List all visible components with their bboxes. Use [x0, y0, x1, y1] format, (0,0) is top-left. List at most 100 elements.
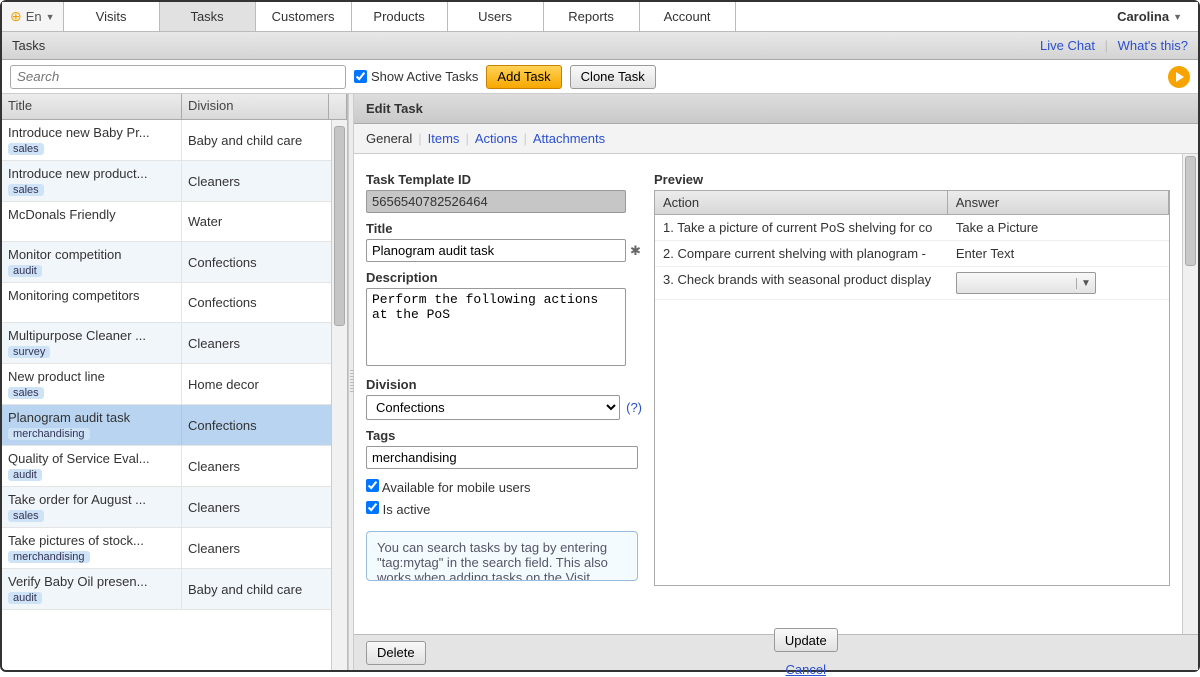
is-active-input[interactable]: [366, 501, 379, 514]
show-active-input[interactable]: [354, 70, 367, 83]
task-row[interactable]: McDonals Friendly Water: [2, 202, 347, 242]
task-row[interactable]: Monitoring competitorsConfections: [2, 283, 347, 323]
preview-answer[interactable]: ▼: [948, 267, 1169, 299]
task-row[interactable]: Monitor competitionauditConfections: [2, 242, 347, 283]
task-title: Verify Baby Oil presen...: [8, 574, 175, 589]
user-name: Carolina: [1117, 9, 1169, 24]
nav-tab-account[interactable]: Account: [640, 2, 736, 31]
title-input[interactable]: [366, 239, 626, 262]
label-division: Division: [366, 377, 642, 392]
task-title: Planogram audit task: [8, 410, 175, 425]
task-title: Introduce new product...: [8, 166, 175, 181]
preview-answer: Enter Text: [948, 241, 1169, 266]
task-division: Baby and child care: [182, 569, 347, 609]
nav-tab-products[interactable]: Products: [352, 2, 448, 31]
task-tag: audit: [8, 469, 42, 481]
task-division: Water: [182, 202, 347, 241]
task-row[interactable]: Introduce new Baby Pr... sales Baby and ch…: [2, 120, 347, 161]
task-division: Confections: [182, 405, 347, 445]
show-active-label: Show Active Tasks: [371, 69, 478, 84]
available-mobile-input[interactable]: [366, 479, 379, 492]
subtab-general[interactable]: General: [366, 131, 412, 146]
preview-action: 2. Compare current shelving with planogr…: [655, 241, 948, 266]
task-row[interactable]: New product linesalesHome decor: [2, 364, 347, 405]
task-tag: audit: [8, 592, 42, 604]
is-active-checkbox[interactable]: Is active: [366, 501, 642, 517]
nav-tab-tasks[interactable]: Tasks: [160, 2, 256, 31]
task-row[interactable]: Introduce new product...salesCleaners: [2, 161, 347, 202]
caret-down-icon: ▼: [1076, 278, 1091, 289]
scrollbar[interactable]: [1182, 154, 1198, 634]
user-menu[interactable]: Carolina ▼: [1117, 2, 1198, 31]
description-input[interactable]: [366, 288, 626, 366]
task-title: New product line: [8, 369, 175, 384]
task-row[interactable]: Quality of Service Eval...auditCleaners: [2, 446, 347, 487]
is-active-label: Is active: [383, 502, 431, 517]
hint-box: You can search tasks by tag by entering …: [366, 531, 638, 581]
task-row[interactable]: Multipurpose Cleaner ...surveyCleaners: [2, 323, 347, 364]
subtab-attachments[interactable]: Attachments: [533, 131, 605, 146]
available-mobile-label: Available for mobile users: [382, 480, 531, 495]
task-row[interactable]: Planogram audit task merchandising Confect…: [2, 405, 347, 446]
label-template-id: Task Template ID: [366, 172, 642, 187]
language-switcher[interactable]: ⊕ En ▼: [2, 2, 64, 31]
task-row[interactable]: Take pictures of stock...merchandisingCl…: [2, 528, 347, 569]
subtab-actions[interactable]: Actions: [475, 131, 518, 146]
nav-tab-users[interactable]: Users: [448, 2, 544, 31]
add-task-button[interactable]: Add Task: [486, 65, 561, 89]
clone-task-button[interactable]: Clone Task: [570, 65, 656, 89]
required-mark: ✱: [630, 243, 641, 259]
nav-tab-visits[interactable]: Visits: [64, 2, 160, 31]
delete-button[interactable]: Delete: [366, 641, 426, 665]
subtab-items[interactable]: Items: [428, 131, 460, 146]
search-input[interactable]: [10, 65, 346, 89]
task-tag: merchandising: [8, 551, 90, 563]
task-division: Confections: [182, 242, 347, 282]
task-tag: audit: [8, 265, 42, 277]
task-title: Monitoring competitors: [8, 288, 175, 303]
whats-this-link[interactable]: What's this?: [1118, 38, 1188, 53]
task-title: Introduce new Baby Pr...: [8, 125, 175, 140]
page-title: Tasks: [12, 38, 45, 53]
preview-row: 1. Take a picture of current PoS shelvin…: [655, 215, 1169, 241]
cancel-link[interactable]: Cancel: [786, 662, 826, 677]
preview-row: 2. Compare current shelving with planogr…: [655, 241, 1169, 267]
task-tag: sales: [8, 143, 44, 155]
show-active-checkbox[interactable]: Show Active Tasks: [354, 69, 478, 84]
col-header-title[interactable]: Title: [2, 94, 182, 119]
col-header-division[interactable]: Division: [182, 94, 329, 119]
task-tag: sales: [8, 510, 44, 522]
caret-down-icon: ▼: [46, 12, 55, 22]
task-tag: sales: [8, 184, 44, 196]
task-division: Home decor: [182, 364, 347, 404]
task-row[interactable]: Verify Baby Oil presen... audit Baby and c…: [2, 569, 347, 610]
play-icon[interactable]: [1168, 66, 1190, 88]
task-title: Take order for August ...: [8, 492, 175, 507]
task-tag: merchandising: [8, 428, 90, 440]
task-title: McDonals Friendly: [8, 207, 175, 222]
task-division: Cleaners: [182, 528, 347, 568]
live-chat-link[interactable]: Live Chat: [1040, 38, 1095, 53]
tags-input[interactable]: [366, 446, 638, 469]
nav-tab-customers[interactable]: Customers: [256, 2, 352, 31]
nav-tab-reports[interactable]: Reports: [544, 2, 640, 31]
available-mobile-checkbox[interactable]: Available for mobile users: [366, 479, 642, 495]
label-description: Description: [366, 270, 642, 285]
scrollbar[interactable]: [331, 120, 347, 670]
answer-select[interactable]: ▼: [956, 272, 1096, 294]
separator: |: [465, 131, 468, 146]
task-row[interactable]: Take order for August ... sales Cleaners: [2, 487, 347, 528]
task-division: Cleaners: [182, 323, 347, 363]
task-division: Cleaners: [182, 487, 347, 527]
panel-title: Edit Task: [354, 94, 1198, 124]
scrollbar-thumb[interactable]: [1185, 156, 1196, 266]
division-help-link[interactable]: (?): [626, 400, 642, 415]
division-select[interactable]: Confections: [366, 395, 620, 420]
task-division: Baby and child care: [182, 120, 347, 160]
scrollbar-thumb[interactable]: [334, 126, 345, 326]
task-title: Multipurpose Cleaner ...: [8, 328, 175, 343]
col-header-action[interactable]: Action: [655, 191, 948, 214]
col-header-answer[interactable]: Answer: [948, 191, 1169, 214]
task-title: Quality of Service Eval...: [8, 451, 175, 466]
template-id-value: 5656540782526464: [366, 190, 626, 213]
